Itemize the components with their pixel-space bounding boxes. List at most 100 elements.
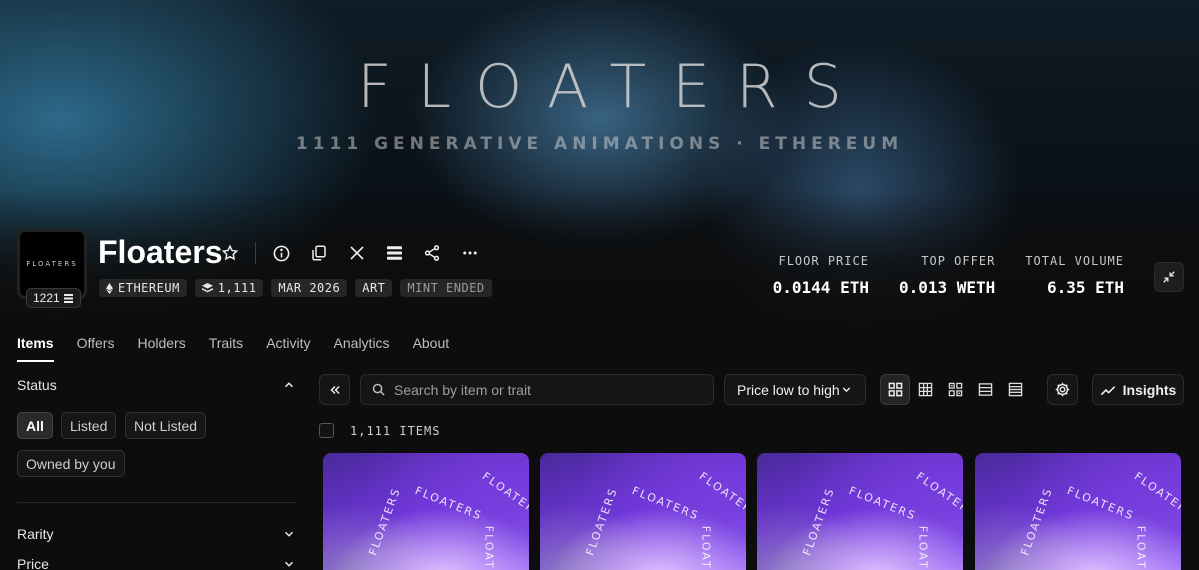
info-icon[interactable] — [270, 242, 292, 264]
stat-label: FLOOR PRICE — [778, 254, 869, 268]
insights-button[interactable]: Insights — [1092, 374, 1184, 405]
status-filter-header[interactable]: Status — [17, 377, 296, 393]
tab-analytics[interactable]: Analytics — [334, 335, 390, 362]
view-list-button[interactable] — [970, 374, 1000, 405]
avatar-badge-count: 1221 — [33, 291, 60, 305]
status-filter-title: Status — [17, 377, 57, 393]
chain-tag-label: ETHEREUM — [118, 281, 180, 295]
status-not-listed-chip[interactable]: Not Listed — [125, 412, 207, 439]
category-tag[interactable]: ART — [355, 279, 393, 297]
card-artwork-text: FLOATERS — [630, 484, 702, 523]
item-card[interactable]: FLOATERS FLOATERS FLOATERS FLOATERS — [540, 453, 746, 570]
stat-label: TOTAL VOLUME — [1025, 254, 1124, 268]
items-count: 1,111 ITEMS — [350, 423, 441, 438]
banner-title: FLOATERS — [357, 52, 868, 122]
card-artwork-text: FLOATERS — [583, 485, 621, 558]
rarity-filter-header[interactable]: Rarity — [17, 526, 296, 542]
card-artwork-text: FLOATERS — [1134, 525, 1148, 570]
mosaic-grid-icon — [948, 382, 962, 397]
status-owned-chip[interactable]: Owned by you — [17, 450, 125, 477]
item-card[interactable]: FLOATERS FLOATERS FLOATERS FLOATERS — [323, 453, 529, 570]
rarity-filter-title: Rarity — [17, 526, 54, 542]
insights-label: Insights — [1122, 381, 1177, 398]
price-filter-header[interactable]: Price — [17, 556, 296, 570]
status-listed-chip[interactable]: Listed — [61, 412, 117, 439]
stat-top-offer: TOP OFFER 0.013 WETH — [899, 254, 995, 297]
tab-traits[interactable]: Traits — [209, 335, 243, 362]
chain-tag[interactable]: ETHEREUM — [99, 279, 187, 297]
card-artwork-text: FLOATERS — [696, 469, 746, 522]
header-divider — [255, 242, 256, 264]
item-card[interactable]: FLOATERS FLOATERS FLOATERS FLOATERS — [975, 453, 1181, 570]
collapse-header-button[interactable] — [1154, 262, 1184, 292]
card-artwork-text: FLOATERS — [800, 485, 838, 558]
collection-name: Floaters — [98, 234, 223, 270]
favorite-star-icon[interactable] — [219, 242, 241, 264]
category-tag-label: ART — [362, 281, 386, 295]
x-twitter-icon[interactable] — [346, 242, 368, 264]
gear-icon — [1055, 382, 1070, 397]
settings-button[interactable] — [1047, 374, 1078, 405]
card-artwork-text: FLOATERS — [1018, 485, 1056, 558]
tab-items[interactable]: Items — [17, 335, 54, 362]
item-card[interactable]: FLOATERS FLOATERS FLOATERS FLOATERS — [757, 453, 963, 570]
banner-subtitle: 1111 GENERATIVE ANIMATIONS · ETHEREUM — [295, 134, 904, 154]
list-view-icon — [978, 383, 992, 396]
chevron-down-icon — [284, 531, 294, 537]
tab-offers[interactable]: Offers — [77, 335, 115, 362]
select-all-checkbox[interactable] — [319, 423, 334, 438]
sort-dropdown[interactable]: Price low to high — [724, 374, 866, 405]
avatar-label: FLOATERS — [26, 260, 78, 268]
view-large-grid-button[interactable] — [880, 374, 910, 405]
trend-line-icon — [1100, 385, 1115, 395]
items-count-row: 1,111 ITEMS — [319, 423, 440, 438]
search-input[interactable] — [394, 381, 704, 398]
supply-tag[interactable]: 1,111 — [194, 279, 264, 297]
tab-activity[interactable]: Activity — [266, 335, 310, 362]
mint-status-tag: MINT ENDED — [400, 279, 492, 297]
card-artwork-text: FLOATERS — [699, 525, 713, 570]
view-mode-group — [880, 374, 1030, 405]
view-mosaic-button[interactable] — [940, 374, 970, 405]
stat-value: 0.0144 ETH — [772, 278, 869, 297]
ethereum-icon — [106, 282, 113, 294]
layers-icon — [201, 283, 213, 293]
chevron-down-icon — [284, 561, 294, 567]
menu-bars-icon[interactable] — [383, 242, 405, 264]
tab-holders[interactable]: Holders — [137, 335, 185, 362]
stat-total-volume: TOTAL VOLUME 6.35 ETH — [1025, 254, 1124, 297]
collection-tabs: Items Offers Holders Traits Activity Ana… — [17, 335, 449, 362]
date-tag: MAR 2026 — [271, 279, 348, 297]
avatar-badge: 1221 — [26, 288, 81, 308]
more-options-icon[interactable] — [459, 242, 481, 264]
mint-status-label: MINT ENDED — [407, 281, 485, 295]
chevron-down-icon — [842, 387, 851, 393]
collapse-sidebar-button[interactable] — [319, 374, 350, 405]
copy-icon[interactable] — [308, 242, 330, 264]
stat-floor-price: FLOOR PRICE 0.0144 ETH — [773, 254, 869, 297]
card-artwork-text: FLOATERS — [1131, 469, 1181, 522]
card-artwork-text: FLOATERS — [1065, 484, 1137, 523]
sidebar-divider — [17, 502, 296, 503]
sort-dropdown-label: Price low to high — [737, 381, 840, 398]
collapse-arrows-icon — [1163, 271, 1175, 283]
view-table-button[interactable] — [1000, 374, 1030, 405]
tab-about[interactable]: About — [413, 335, 450, 362]
card-artwork-text: FLOATERS — [482, 525, 496, 570]
card-artwork-text: FLOATERS — [413, 484, 485, 523]
card-artwork-text: FLOATERS — [847, 484, 919, 523]
card-artwork-text: FLOATERS — [913, 469, 963, 522]
search-bar[interactable] — [360, 374, 714, 405]
chevron-up-icon — [284, 382, 294, 388]
view-small-grid-button[interactable] — [910, 374, 940, 405]
share-icon[interactable] — [421, 242, 443, 264]
date-tag-label: MAR 2026 — [278, 281, 341, 295]
card-artwork-text: FLOATERS — [479, 469, 529, 522]
table-view-icon — [1008, 382, 1022, 397]
price-filter-title: Price — [17, 556, 49, 570]
collection-stats: FLOOR PRICE 0.0144 ETH TOP OFFER 0.013 W… — [773, 254, 1124, 297]
stat-label: TOP OFFER — [921, 254, 996, 268]
small-grid-icon — [918, 382, 932, 397]
status-all-chip[interactable]: All — [17, 412, 53, 439]
large-grid-icon — [888, 382, 902, 397]
